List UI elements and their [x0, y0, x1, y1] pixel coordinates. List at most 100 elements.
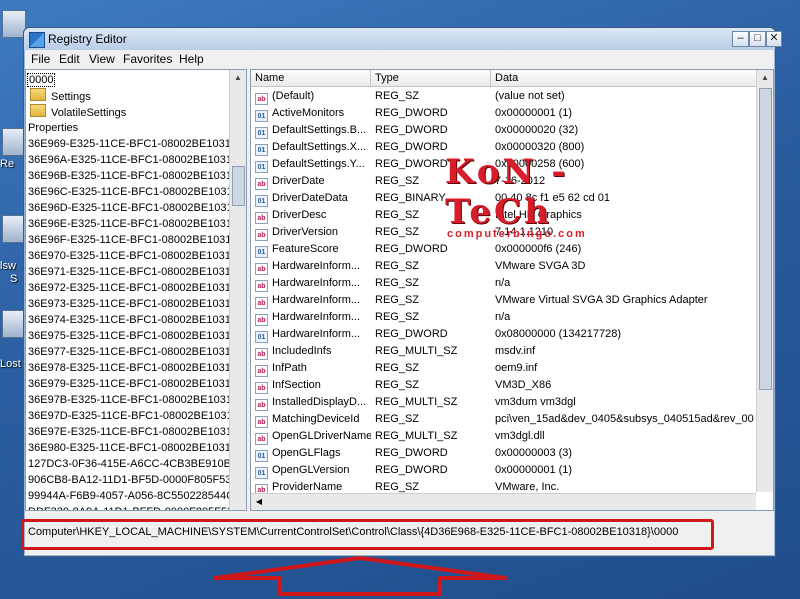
scroll-thumb[interactable]: [232, 166, 245, 206]
tree-item-settings[interactable]: Settings: [30, 88, 91, 104]
tree-item[interactable]: Properties: [28, 120, 78, 136]
registry-key-tree[interactable]: 0000 Settings VolatileSettings Propertie…: [25, 69, 247, 511]
values-scrollbar[interactable]: ▲: [756, 70, 773, 492]
tree-item[interactable]: 36E96E-E325-11CE-BFC1-08002BE10318: [28, 216, 238, 232]
tree-item[interactable]: 906CB8-BA12-11D1-BF5D-0000F805F53: [28, 472, 231, 488]
tree-item[interactable]: 36E96D-E325-11CE-BFC1-08002BE10318: [28, 200, 239, 216]
tree-item[interactable]: 36E96C-E325-11CE-BFC1-08002BE10318: [28, 184, 239, 200]
value-data-cell: VMware Virtual SVGA 3D Graphics Adapter: [495, 294, 708, 306]
window-title: Registry Editor: [48, 32, 127, 46]
menu-help[interactable]: Help: [179, 52, 204, 66]
menu-favorites[interactable]: Favorites: [123, 52, 172, 66]
tree-item[interactable]: 36E96A-E325-11CE-BFC1-08002BE10318: [28, 152, 238, 168]
tree-scrollbar[interactable]: ▲: [229, 70, 246, 510]
value-name: DriverDesc: [272, 209, 327, 221]
scroll-left-arrow-icon[interactable]: ◀: [251, 494, 267, 510]
tree-item-label: 127DC3-0F36-415E-A6CC-4CB3BE910B6: [28, 458, 238, 470]
value-name: MatchingDeviceId: [272, 413, 360, 425]
value-name-cell: 01 OpenGLFlags: [255, 445, 371, 462]
menu-view[interactable]: View: [89, 52, 115, 66]
tree-item-label: Properties: [28, 122, 79, 134]
value-data-cell: VM3D_X86: [495, 379, 552, 391]
binary-value-icon: 01: [255, 144, 268, 156]
scroll-up-arrow-icon[interactable]: ▲: [230, 70, 246, 86]
tree-item[interactable]: 36E97E-E325-11CE-BFC1-08002BE10318: [28, 424, 238, 440]
string-value-icon: ab: [255, 93, 268, 105]
tree-item[interactable]: 127DC3-0F36-415E-A6CC-4CB3BE910B6: [28, 456, 237, 472]
value-name: HardwareInform...: [272, 328, 361, 340]
tree-item-volatilesettings[interactable]: VolatileSettings: [30, 104, 126, 120]
menu-file[interactable]: File: [31, 52, 50, 66]
value-name-cell: 01 DriverDateData: [255, 190, 371, 207]
tree-item[interactable]: 36E969-E325-11CE-BFC1-08002BE10318: [28, 136, 237, 152]
tree-item-selected[interactable]: 0000: [26, 72, 56, 88]
registry-values-list[interactable]: Name Type Data ab (Default) REG_SZ (value n…: [250, 69, 774, 511]
tree-item[interactable]: 36E975-E325-11CE-BFC1-08002BE10318: [28, 328, 237, 344]
value-type-cell: REG_DWORD: [375, 447, 448, 459]
tree-item[interactable]: 36E97B-E325-11CE-BFC1-08002BE10318: [28, 392, 238, 408]
tree-item-label: 36E975-E325-11CE-BFC1-08002BE10318: [28, 330, 237, 342]
tree-item[interactable]: 36E973-E325-11CE-BFC1-08002BE10318: [28, 296, 237, 312]
close-button[interactable]: ✕: [766, 31, 782, 47]
tree-item[interactable]: 36E96F-E325-11CE-BFC1-08002BE10318: [28, 232, 238, 248]
value-type-cell: REG_MULTI_SZ: [375, 396, 458, 408]
tree-item-label: 36E970-E325-11CE-BFC1-08002BE10318: [28, 250, 237, 262]
string-value-icon: ab: [255, 280, 268, 292]
tree-item-label: 36E96A-E325-11CE-BFC1-08002BE10318: [28, 154, 239, 166]
tree-item[interactable]: 36E977-E325-11CE-BFC1-08002BE10318: [28, 344, 237, 360]
value-data-cell: 7-16-2012: [495, 175, 546, 187]
value-type-cell: REG_DWORD: [375, 158, 448, 170]
tree-item[interactable]: 36E974-E325-11CE-BFC1-08002BE10318: [28, 312, 237, 328]
scroll-up-arrow-icon[interactable]: ▲: [757, 70, 773, 86]
tree-item-label: 36E97E-E325-11CE-BFC1-08002BE10318: [28, 426, 239, 438]
tree-item[interactable]: 36E979-E325-11CE-BFC1-08002BE10318: [28, 376, 237, 392]
value-type-cell: REG_SZ: [375, 294, 420, 306]
title-bar[interactable]: Registry Editor – □ ✕: [24, 28, 782, 50]
binary-value-icon: 01: [255, 110, 268, 122]
value-data-cell: VMware SVGA 3D: [495, 260, 586, 272]
value-name-cell: ab HardwareInform...: [255, 275, 371, 292]
binary-value-icon: 01: [255, 195, 268, 207]
tree-item[interactable]: 36E97D-E325-11CE-BFC1-08002BE10318: [28, 408, 239, 424]
string-value-icon: ab: [255, 314, 268, 326]
column-header-data[interactable]: Data: [491, 70, 773, 87]
scroll-thumb[interactable]: [759, 88, 772, 390]
minimize-button[interactable]: –: [732, 31, 749, 47]
value-name: InfPath: [272, 362, 307, 374]
values-horizontal-scrollbar[interactable]: ◀: [251, 493, 756, 510]
column-header-name[interactable]: Name: [251, 70, 371, 87]
value-name-cell: ab DriverDesc: [255, 207, 371, 224]
tree-item-label: 0000: [26, 73, 56, 87]
binary-value-icon: 01: [255, 450, 268, 462]
value-type-cell: REG_SZ: [375, 311, 420, 323]
folder-icon: [30, 88, 46, 101]
tree-item[interactable]: 36E980-E325-11CE-BFC1-08002BE10318: [28, 440, 237, 456]
desktop-icon-label: Re: [0, 158, 15, 170]
tree-item[interactable]: 36E96B-E325-11CE-BFC1-08002BE10318: [28, 168, 238, 184]
tree-item[interactable]: 99944A-F6B9-4057-A056-8C550228544C: [28, 488, 234, 504]
tree-item[interactable]: DDF330-8A9A-11D1-BFFD-0000F805F53: [28, 504, 233, 510]
path-highlight-box: [21, 519, 714, 550]
maximize-button[interactable]: □: [749, 31, 766, 47]
tree-item[interactable]: 36E970-E325-11CE-BFC1-08002BE10318: [28, 248, 237, 264]
value-name: DriverVersion: [272, 226, 339, 238]
string-value-icon: ab: [255, 382, 268, 394]
menu-edit[interactable]: Edit: [59, 52, 80, 66]
value-data-cell: 00 40 8c f1 e5 62 cd 01: [495, 192, 610, 204]
value-data-cell: 0x00000320 (800): [495, 141, 585, 153]
tree-item[interactable]: 36E972-E325-11CE-BFC1-08002BE10318: [28, 280, 237, 296]
value-name-cell: ab MatchingDeviceId: [255, 411, 371, 428]
tree-item[interactable]: 36E971-E325-11CE-BFC1-08002BE10318: [28, 264, 237, 280]
value-name-cell: ab HardwareInform...: [255, 258, 371, 275]
string-value-icon: ab: [255, 297, 268, 309]
tree-item[interactable]: 36E978-E325-11CE-BFC1-08002BE10318: [28, 360, 237, 376]
value-data-cell: 0x08000000 (134217728): [495, 328, 622, 340]
value-data-cell: Intel HD Graphics: [495, 209, 582, 221]
value-name-cell: ab (Default): [255, 88, 371, 105]
status-bar: Computer\HKEY_LOCAL_MACHINE\SYSTEM\Curre…: [21, 515, 774, 555]
binary-value-icon: 01: [255, 127, 268, 139]
string-value-icon: ab: [255, 178, 268, 190]
column-header-type[interactable]: Type: [371, 70, 491, 87]
up-arrow-annotation: [213, 556, 507, 596]
tree-item-label: 36E96B-E325-11CE-BFC1-08002BE10318: [28, 170, 239, 182]
